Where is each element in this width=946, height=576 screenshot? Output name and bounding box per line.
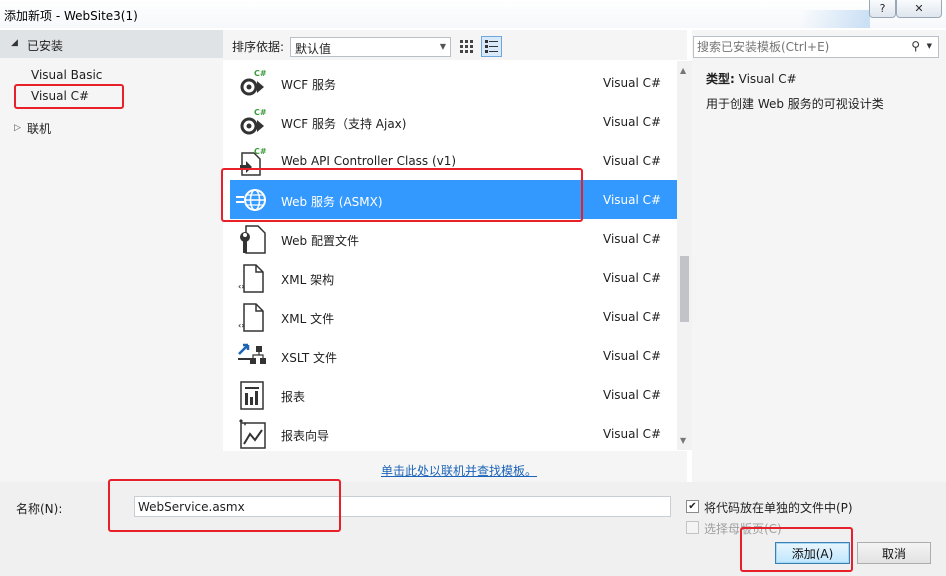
installed-label: 已安装 [27,39,64,53]
report-icon [236,379,268,411]
search-icon[interactable]: ⚲ [911,39,920,53]
detail-description: 用于创建 Web 服务的可视设计类 [706,97,884,111]
template-row-web-config[interactable]: Web 配置文件 Visual C# [230,219,677,258]
sort-selected-value: 默认值 [295,42,332,56]
template-name: Web API Controller Class (v1) [281,154,457,168]
template-language: Visual C# [603,271,662,285]
master-page-checkbox[interactable] [686,521,699,534]
template-row-report[interactable]: 报表 Visual C# [230,375,677,414]
sort-label: 排序依据: [232,40,285,54]
detail-type-value: Visual C# [738,72,797,86]
search-box[interactable]: ⚲ ▼ [693,36,939,58]
grid-view-icon [460,40,473,53]
scroll-up-arrow-icon[interactable]: ▲ [680,66,686,75]
svg-text:‹›: ‹› [238,321,245,330]
template-row-wcf-service[interactable]: C# WCF 服务 Visual C# [230,63,677,102]
cancel-button[interactable]: 取消 [857,542,931,564]
name-label: 名称(N): [16,502,63,516]
template-row-web-api-controller[interactable]: C# Web API Controller Class (v1) Visual … [230,141,677,180]
template-row-xml-file[interactable]: ‹› XML 文件 Visual C# [230,297,677,336]
template-row-wcf-ajax-service[interactable]: C# WCF 服务（支持 Ajax) Visual C# [230,102,677,141]
template-row-report-wizard[interactable]: 报表向导 Visual C# [230,414,677,453]
xml-schema-icon: ‹› [236,262,268,294]
detail-type: 类型: Visual C# [706,70,797,87]
search-input[interactable] [697,39,907,55]
template-language: Visual C# [603,154,662,168]
svg-text:C#: C# [254,69,267,78]
template-language: Visual C# [603,76,662,90]
report-wizard-icon [236,418,268,450]
close-button[interactable]: ✕ [896,0,942,18]
xml-file-icon: ‹› [236,301,268,333]
template-language: Visual C# [603,349,662,363]
collapse-triangle-icon: ◢ [11,38,18,48]
dialog-footer: 名称(N): ✔ 将代码放在单独的文件中(P) 选择母版页(C) 添加(A) 取… [0,482,946,576]
online-link-bar: 单击此处以联机并查找模板。 [223,451,687,482]
separate-file-label[interactable]: 将代码放在单独的文件中(P) [704,499,853,516]
window-title: 添加新项 - WebSite3(1) [4,9,138,23]
master-page-label: 选择母版页(C) [704,522,782,536]
category-visual-basic[interactable]: Visual Basic [31,68,102,82]
add-button[interactable]: 添加(A) [775,542,850,564]
template-name: WCF 服务（支持 Ajax) [281,117,407,131]
template-name: XSLT 文件 [281,351,338,365]
template-name: Web 配置文件 [281,234,359,248]
category-online[interactable]: 联机 [27,120,51,137]
template-language: Visual C# [603,115,662,129]
svg-text:‹›: ‹› [238,282,245,291]
template-row-xslt-file[interactable]: XSLT 文件 Visual C# [230,336,677,375]
template-language: Visual C# [603,193,662,207]
template-row-web-service-asmx[interactable]: Web 服务 (ASMX) Visual C# [230,180,677,219]
small-icons-view-button[interactable] [456,36,477,57]
wcf-service-icon: C# [236,67,268,99]
chevron-down-icon: ▼ [439,42,446,51]
wcf-ajax-service-icon: C# [236,106,268,138]
list-view-button[interactable] [481,36,502,57]
scrollbar-thumb[interactable] [680,256,689,322]
template-name: XML 文件 [281,312,335,326]
template-categories-panel: ◢ 已安装 Visual Basic Visual C# ▷ 联机 [0,30,223,482]
template-name: XML 架构 [281,273,335,287]
web-config-wrench-icon [236,223,268,255]
scroll-down-arrow-icon[interactable]: ▼ [680,436,686,445]
xslt-file-icon [236,340,268,372]
template-name: 报表向导 [281,429,330,443]
find-templates-online-link[interactable]: 单击此处以联机并查找模板。 [381,462,537,479]
sort-dropdown[interactable]: 默认值 ▼ [290,37,451,57]
category-visual-csharp[interactable]: Visual C# [31,89,89,103]
installed-header[interactable]: ◢ 已安装 [0,30,223,58]
template-details-panel: ⚲ ▼ 类型: Visual C# 用于创建 Web 服务的可视设计类 [692,30,946,482]
template-name: WCF 服务 [281,78,336,92]
name-field[interactable] [134,496,671,517]
expand-triangle-icon[interactable]: ▷ [14,123,21,133]
template-language: Visual C# [603,310,662,324]
web-service-globe-icon [236,184,268,216]
search-options-chevron-icon[interactable]: ▼ [927,42,932,50]
separate-file-checkbox[interactable]: ✔ [686,500,699,513]
template-row-xml-schema[interactable]: ‹› XML 架构 Visual C# [230,258,677,297]
template-name: Web 服务 (ASMX) [281,195,383,209]
help-button[interactable]: ? [869,0,896,18]
list-view-icon [485,40,498,53]
template-language: Visual C# [603,388,662,402]
template-name: 报表 [281,390,306,404]
template-language: Visual C# [603,427,662,441]
title-bar: 添加新项 - WebSite3(1) ? ✕ [0,0,946,28]
detail-type-label: 类型: [706,72,735,86]
template-list: C# WCF 服务 Visual C# C# WCF 服务（支持 Ajax) V… [230,61,677,451]
sort-toolbar: 排序依据: 默认值 ▼ [223,30,687,60]
svg-text:C#: C# [254,108,267,117]
template-list-scrollbar[interactable]: ▲ ▼ [677,61,692,450]
template-language: Visual C# [603,232,662,246]
title-bar-decoration [800,10,870,28]
web-api-controller-icon: C# [236,145,268,177]
